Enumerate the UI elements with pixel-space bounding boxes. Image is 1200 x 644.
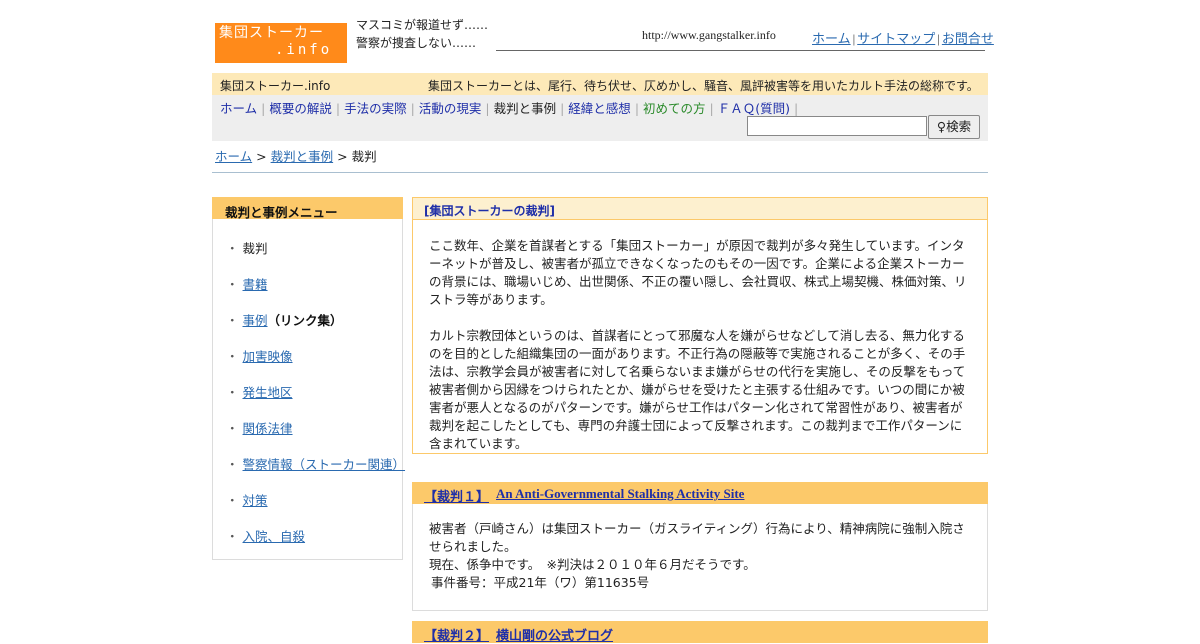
sidebar-item-label[interactable]: 対策 [243, 493, 268, 508]
sidebar-bullet: ・ [226, 277, 239, 292]
case-1-label[interactable]: 【裁判１】 [424, 486, 489, 505]
sidebar-item-label[interactable]: 関係法律 [243, 421, 293, 436]
sidebar-item-videos[interactable]: ・加害映像 [226, 346, 293, 365]
sidebar-bullet: ・ [226, 493, 239, 508]
logo-line1: 集団ストーカー [219, 25, 324, 41]
nav-items: ホーム | 概要の解説 | 手法の実際 | 活動の現実 | 裁判と事例 | 経緯と感想 | 初めての方 |… [220, 98, 802, 117]
sidebar-item-cases[interactable]: ・事例（リンク集） [226, 310, 343, 329]
header-divider [496, 50, 985, 51]
sidebar-item-police[interactable]: ・警察情報（ストーカー関連） [226, 454, 405, 473]
case-1-body: 被害者（戸崎さん）は集団ストーカー（ガスライティング）行為により、精神病院に強制… [429, 520, 969, 592]
main-paragraph-2: カルト宗教団体というのは、首謀者にとって邪魔な人を嫌がらせなどして消し去る、無力… [429, 328, 966, 451]
nav-item-home[interactable]: ホーム [220, 101, 257, 116]
sidebar-bullet: ・ [226, 349, 239, 364]
sidebar-item-label[interactable]: 事例 [243, 313, 268, 328]
sidebar-bullet: ・ [226, 313, 239, 328]
case-1-link[interactable]: An Anti-Governmental Stalking Activity S… [496, 486, 744, 502]
sidebar-item-trials: ・裁判 [226, 238, 268, 257]
top-link-contact[interactable]: お問合せ [942, 31, 994, 46]
sidebar-bullet: ・ [226, 529, 239, 544]
sidebar-item-label: 裁判 [242, 241, 268, 256]
main-paragraph-1: ここ数年、企業を首謀者とする「集団ストーカー」が原因で裁判が多々発生しています。… [429, 238, 967, 307]
sidebar-item-hospital[interactable]: ・入院、自殺 [226, 526, 305, 545]
nav-item-beginners[interactable]: 初めての方 [643, 101, 706, 116]
nav-sep: | [560, 101, 565, 116]
sidebar-title: 裁判と事例メニュー [225, 205, 338, 220]
info-bar-description: 集団ストーカーとは、尾行、待ち伏せ、仄めかし、騒音、風評被害等を用いたカルト手法… [428, 79, 979, 93]
sidebar-item-label[interactable]: 入院、自殺 [243, 529, 306, 544]
nav-sep: | [709, 101, 714, 116]
sidebar-item-label[interactable]: 書籍 [243, 277, 268, 292]
site-url: http://www.gangstalker.info [642, 28, 776, 42]
top-links: ホーム | サイトマップ | お問合せ [812, 28, 994, 47]
nav-item-faq[interactable]: ＦＡＱ(質問) [718, 101, 790, 116]
case-1-line-3: 事件番号：平成21年（ワ）第11635号 [431, 575, 650, 590]
sidebar-item-label[interactable]: 警察情報（ストーカー関連） [243, 457, 406, 472]
breadcrumb-divider [212, 172, 988, 173]
nav-sep: | [261, 101, 266, 116]
main-section-title: [集団ストーカーの裁判] [424, 204, 555, 218]
nav-item-history[interactable]: 経緯と感想 [568, 101, 631, 116]
top-link-home[interactable]: ホーム [812, 31, 851, 46]
search-input[interactable] [747, 116, 927, 136]
breadcrumb-parent[interactable]: 裁判と事例 [271, 149, 334, 164]
sidebar-bullet: ・ [226, 385, 239, 400]
sidebar-item-countermeasures[interactable]: ・対策 [226, 490, 268, 509]
top-link-sitemap[interactable]: サイトマップ [857, 31, 935, 46]
info-bar-site-name: 集団ストーカー.info [220, 79, 331, 93]
breadcrumb-sep: > [337, 149, 348, 164]
site-logo[interactable]: 集団ストーカー .info [215, 23, 347, 63]
sidebar-item-label[interactable]: 発生地区 [243, 385, 293, 400]
site-tagline: マスコミが報道せず…… 警察が捜査しない…… [356, 18, 501, 50]
case-1-line-2: 現在、係争中です。 ※判決は２０１０年６月だそうです。 [429, 557, 756, 572]
sidebar-item-books[interactable]: ・書籍 [226, 274, 268, 293]
case-1-line-1: 被害者（戸崎さん）は集団ストーカー（ガスライティング）行為により、精神病院に強制… [429, 521, 965, 554]
top-link-sep: | [937, 31, 940, 46]
breadcrumb-home[interactable]: ホーム [215, 149, 252, 164]
sidebar-item-regions[interactable]: ・発生地区 [226, 382, 293, 401]
sidebar-bullet: ・ [226, 421, 239, 436]
nav-sep: | [410, 101, 415, 116]
logo-line2: .info [275, 42, 333, 58]
nav-sep: | [485, 101, 490, 116]
sidebar-bullet: ・ [226, 457, 239, 472]
sidebar-item-label[interactable]: 加害映像 [243, 349, 293, 364]
nav-sep: | [335, 101, 341, 116]
nav-sep: | [634, 101, 640, 116]
case-2-label[interactable]: 【裁判２】 [424, 625, 489, 644]
nav-item-methods[interactable]: 手法の実際 [344, 101, 407, 116]
search-button[interactable]: ♀検索 [928, 115, 980, 139]
sidebar-item-laws[interactable]: ・関係法律 [226, 418, 293, 437]
sidebar-bullet: ・ [226, 241, 239, 256]
sidebar-item-suffix: （リンク集） [267, 313, 343, 328]
nav-sep: | [794, 101, 799, 116]
nav-item-overview[interactable]: 概要の解説 [269, 101, 332, 116]
breadcrumb-current: 裁判 [351, 149, 377, 164]
nav-item-activity[interactable]: 活動の現実 [419, 101, 482, 116]
nav-item-trials-cases[interactable]: 裁判と事例 [494, 101, 557, 116]
breadcrumb: ホーム > 裁判と事例 > 裁判 [215, 146, 377, 165]
case-2-link[interactable]: 横山剛の公式ブログ [496, 625, 613, 644]
breadcrumb-sep: > [256, 149, 267, 164]
